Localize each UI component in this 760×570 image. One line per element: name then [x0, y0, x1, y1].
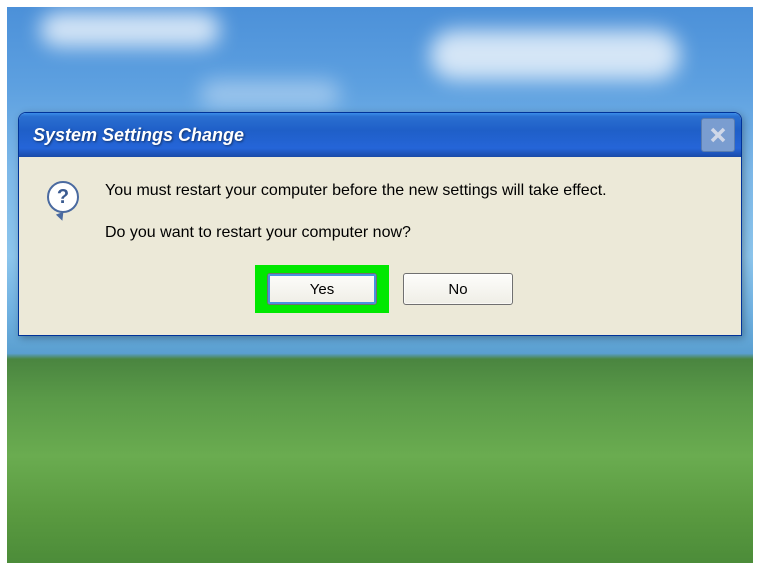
system-settings-dialog: System Settings Change ? You must restar… — [18, 112, 742, 336]
message-line-2: Do you want to restart your computer now… — [105, 221, 607, 245]
dialog-title: System Settings Change — [33, 125, 244, 146]
close-icon — [710, 127, 726, 143]
question-icon: ? — [47, 181, 83, 217]
close-button[interactable] — [701, 118, 735, 152]
titlebar[interactable]: System Settings Change — [19, 113, 741, 157]
cloud-decoration — [200, 80, 340, 108]
button-row: Yes No — [47, 265, 721, 313]
no-button[interactable]: No — [403, 273, 513, 305]
annotation-highlight: Yes — [255, 265, 389, 313]
message-line-1: You must restart your computer before th… — [105, 182, 607, 199]
cloud-decoration — [430, 30, 680, 80]
yes-button[interactable]: Yes — [267, 273, 377, 305]
dialog-message: You must restart your computer before th… — [105, 179, 607, 245]
dialog-content: ? You must restart your computer before … — [19, 157, 741, 335]
message-row: ? You must restart your computer before … — [47, 179, 721, 245]
cloud-decoration — [40, 12, 220, 47]
